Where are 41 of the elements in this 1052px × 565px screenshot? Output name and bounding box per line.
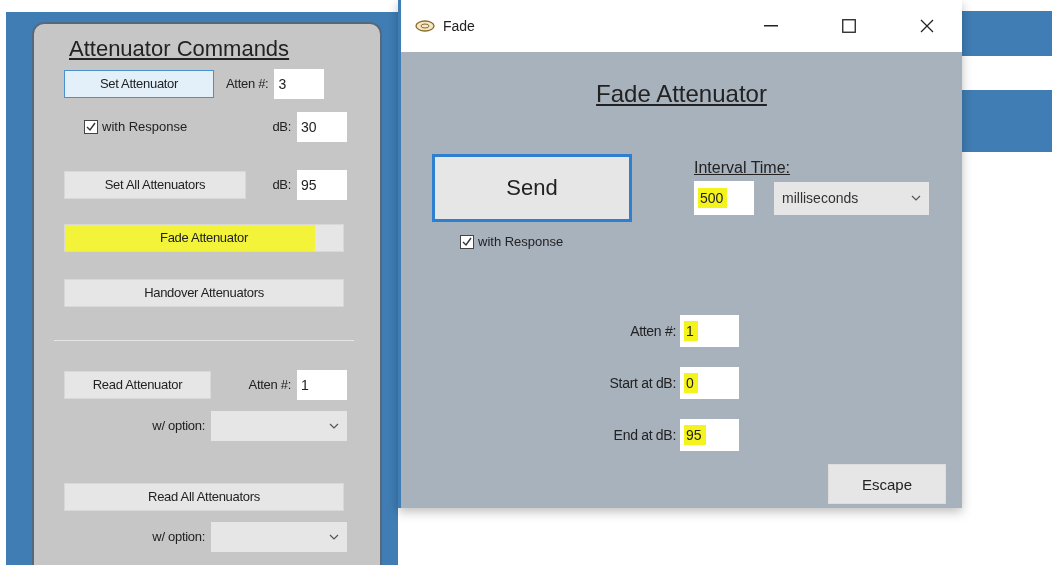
interval-label: Interval Time: <box>694 159 792 177</box>
field-label: Atten #: <box>248 377 291 392</box>
close-icon[interactable] <box>920 19 934 33</box>
app-icon <box>415 20 435 32</box>
window-title: Fade <box>443 18 475 34</box>
interval-field[interactable]: 500 <box>694 181 754 215</box>
field-label: Atten #: <box>630 323 676 339</box>
value-field[interactable]: 1 <box>680 315 739 347</box>
read-attenuator-button[interactable]: Read Attenuator <box>64 370 211 399</box>
caret-icon <box>329 422 339 429</box>
dialog-heading: Fade Attenuator <box>596 80 767 108</box>
caret-icon <box>911 195 921 201</box>
field-label: Start at dB: <box>609 375 676 391</box>
handover-button[interactable]: Handover Attenuators <box>64 278 344 307</box>
checkbox[interactable] <box>84 119 98 134</box>
checkbox-label: with Response <box>478 234 564 249</box>
atten-field[interactable]: 3 <box>274 68 325 99</box>
minimize-icon[interactable] <box>764 25 778 27</box>
atten-field[interactable]: 1 <box>297 369 347 400</box>
field-label: dB: <box>272 119 291 134</box>
db-field[interactable]: 30 <box>297 111 347 142</box>
escape-button[interactable]: Escape <box>828 464 946 504</box>
caret-icon <box>329 533 339 540</box>
value-field[interactable]: 0 <box>680 367 739 399</box>
unit-dropdown[interactable]: milliseconds <box>774 181 929 215</box>
db-field[interactable]: 95 <box>297 169 347 200</box>
checkbox[interactable] <box>460 234 474 249</box>
field-label: w/ option: <box>152 418 205 433</box>
read-all-button[interactable]: Read All Attenuators <box>64 482 344 511</box>
field-label: w/ option: <box>152 529 205 544</box>
set-attenuator-button[interactable]: Set Attenuator <box>64 69 214 98</box>
checkbox-label: with Response <box>102 119 188 134</box>
maximize-icon[interactable] <box>842 19 856 33</box>
send-button[interactable]: Send <box>432 154 632 222</box>
field-label: Atten #: <box>226 76 269 91</box>
field-label: End at dB: <box>613 427 676 443</box>
panel-title: Attenuator Commands <box>69 36 290 62</box>
fade-attenuator-button[interactable]: Fade Attenuator <box>64 223 344 252</box>
set-all-button[interactable]: Set All Attenuators <box>64 170 246 199</box>
field-label: dB: <box>272 177 291 192</box>
value-field[interactable]: 95 <box>680 419 739 451</box>
